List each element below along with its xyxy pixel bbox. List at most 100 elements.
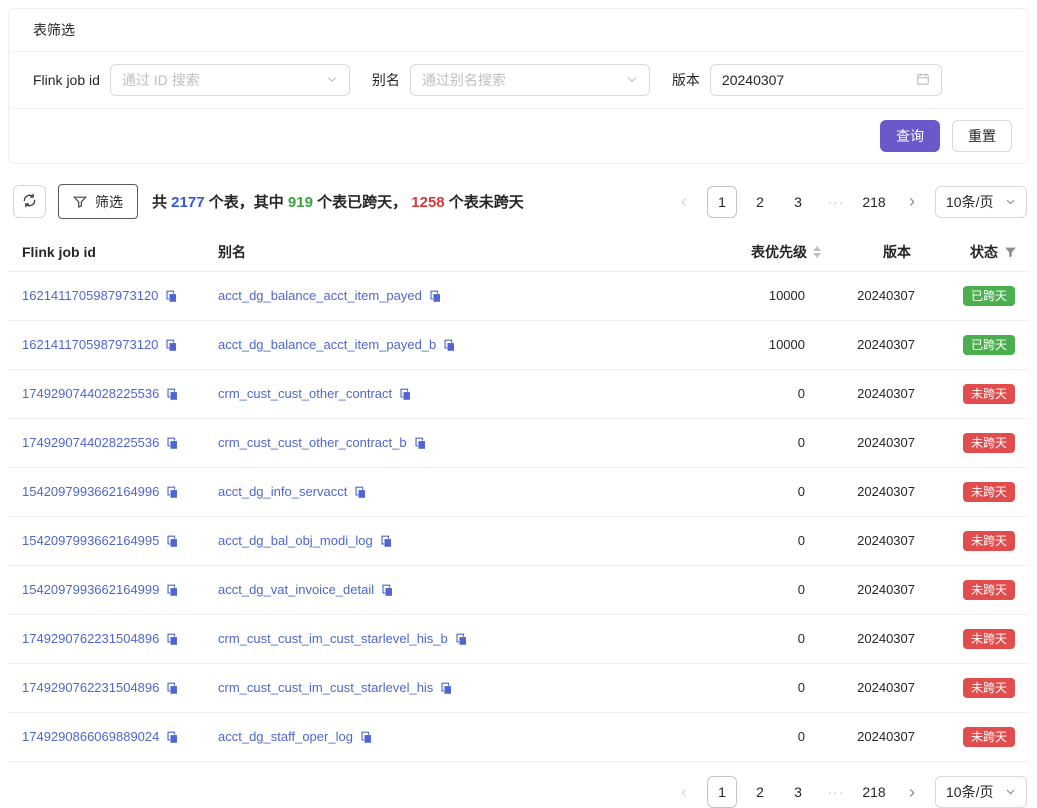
page-size-select[interactable]: 10条/页	[935, 186, 1027, 218]
filter-card: 表筛选 Flink job id 通过 ID 搜索 别名 通过别名搜索 版本	[8, 8, 1029, 164]
row-version: 20240307	[829, 517, 929, 566]
row-flink-job-id-link[interactable]: 1621411705987973120	[22, 288, 158, 304]
copy-icon[interactable]	[165, 290, 178, 303]
row-flink-job-id-link[interactable]: 1621411705987973120	[22, 337, 158, 353]
page-button-3[interactable]: 3	[783, 776, 813, 808]
row-flink-job-id-link[interactable]: 1542097993662164995	[22, 533, 159, 549]
row-alias-link[interactable]: acct_dg_bal_obj_modi_log	[218, 533, 373, 549]
row-alias-link[interactable]: acct_dg_staff_oper_log	[218, 729, 353, 745]
row-priority: 0	[679, 664, 829, 713]
row-priority: 10000	[679, 321, 829, 370]
copy-icon[interactable]	[443, 339, 456, 352]
copy-icon[interactable]	[380, 535, 393, 548]
pagination-top: ‹ 1 2 3 ··· 218 › 10条/页	[669, 186, 1027, 218]
table-row: 1621411705987973120 acct_dg_balance_acct…	[8, 272, 1029, 321]
page-button-2[interactable]: 2	[745, 186, 775, 218]
status-badge: 未跨天	[963, 531, 1015, 551]
calendar-icon	[916, 72, 930, 89]
copy-icon[interactable]	[166, 535, 179, 548]
copy-icon[interactable]	[455, 633, 468, 646]
refresh-icon	[22, 193, 37, 211]
copy-icon[interactable]	[440, 682, 453, 695]
chevron-down-icon	[1005, 194, 1016, 210]
page-button-218[interactable]: 218	[859, 186, 889, 218]
summary-text: 个表已跨天，	[313, 194, 411, 211]
row-alias-link[interactable]: acct_dg_vat_invoice_detail	[218, 582, 374, 598]
row-flink-job-id-link[interactable]: 1749290744028225536	[22, 386, 159, 402]
query-button[interactable]: 查询	[880, 120, 940, 152]
prev-page-button[interactable]: ‹	[669, 186, 699, 218]
page-button-218[interactable]: 218	[859, 776, 889, 808]
toolbar: 筛选 共 2177 个表，其中 919 个表已跨天， 1258 个表未跨天 ‹ …	[0, 172, 1037, 229]
copy-icon[interactable]	[381, 584, 394, 597]
filter-toggle-button[interactable]: 筛选	[58, 184, 138, 219]
column-filter-icon[interactable]	[1004, 246, 1017, 259]
page-button-3[interactable]: 3	[783, 186, 813, 218]
row-flink-job-id-link[interactable]: 1542097993662164999	[22, 582, 159, 598]
row-flink-job-id-link[interactable]: 1749290762231504896	[22, 631, 159, 647]
row-version: 20240307	[829, 566, 929, 615]
column-header-priority[interactable]: 表优先级	[751, 244, 821, 260]
row-priority: 0	[679, 517, 829, 566]
page-button-2[interactable]: 2	[745, 776, 775, 808]
summary-text: 共	[152, 194, 171, 211]
status-badge: 未跨天	[963, 482, 1015, 502]
row-flink-job-id-link[interactable]: 1542097993662164996	[22, 484, 159, 500]
page-ellipsis[interactable]: ···	[821, 186, 851, 218]
row-alias-link[interactable]: crm_cust_cust_other_contract	[218, 386, 392, 402]
alias-select[interactable]: 通过别名搜索	[410, 64, 650, 96]
flink-job-id-placeholder: 通过 ID 搜索	[122, 70, 200, 90]
row-flink-job-id-link[interactable]: 1749290762231504896	[22, 680, 159, 696]
refresh-button[interactable]	[13, 185, 46, 218]
flink-job-id-select[interactable]: 通过 ID 搜索	[110, 64, 350, 96]
copy-icon[interactable]	[166, 633, 179, 646]
version-date-input[interactable]: 20240307	[710, 64, 942, 96]
copy-icon[interactable]	[166, 584, 179, 597]
copy-icon[interactable]	[399, 388, 412, 401]
row-alias-link[interactable]: acct_dg_balance_acct_item_payed_b	[218, 337, 436, 353]
table-row: 1542097993662164995 acct_dg_bal_obj_modi…	[8, 517, 1029, 566]
table-body: 1621411705987973120 acct_dg_balance_acct…	[8, 272, 1029, 762]
next-page-button[interactable]: ›	[897, 186, 927, 218]
copy-icon[interactable]	[166, 388, 179, 401]
page-size-select[interactable]: 10条/页	[935, 776, 1027, 808]
row-priority: 0	[679, 468, 829, 517]
next-page-button[interactable]: ›	[897, 776, 927, 808]
alias-placeholder: 通过别名搜索	[422, 70, 506, 90]
row-flink-job-id-link[interactable]: 1749290744028225536	[22, 435, 159, 451]
copy-icon[interactable]	[354, 486, 367, 499]
column-header-status-label: 状态	[970, 244, 998, 260]
table-row: 1749290762231504896 crm_cust_cust_im_cus…	[8, 664, 1029, 713]
copy-icon[interactable]	[166, 486, 179, 499]
copy-icon[interactable]	[360, 731, 373, 744]
copy-icon[interactable]	[429, 290, 442, 303]
row-flink-job-id-link[interactable]: 1749290866069889024	[22, 729, 159, 745]
page-ellipsis[interactable]: ···	[821, 776, 851, 808]
copy-icon[interactable]	[414, 437, 427, 450]
table-row: 1749290744028225536 crm_cust_cust_other_…	[8, 370, 1029, 419]
sort-icon[interactable]	[813, 246, 821, 258]
row-alias-link[interactable]: crm_cust_cust_im_cust_starlevel_his	[218, 680, 433, 696]
row-alias-link[interactable]: acct_dg_balance_acct_item_payed	[218, 288, 422, 304]
column-header-status: 状态	[970, 244, 1017, 260]
copy-icon[interactable]	[166, 731, 179, 744]
page-button-1[interactable]: 1	[707, 776, 737, 808]
filter-toggle-label: 筛选	[95, 192, 123, 212]
copy-icon[interactable]	[166, 437, 179, 450]
row-alias-link[interactable]: crm_cust_cust_other_contract_b	[218, 435, 407, 451]
copy-icon[interactable]	[166, 682, 179, 695]
prev-page-button[interactable]: ‹	[669, 776, 699, 808]
row-priority: 0	[679, 370, 829, 419]
table-summary: 共 2177 个表，其中 919 个表已跨天， 1258 个表未跨天	[152, 191, 524, 212]
reset-button[interactable]: 重置	[952, 120, 1012, 152]
row-version: 20240307	[829, 370, 929, 419]
version-date-value: 20240307	[722, 72, 784, 88]
copy-icon[interactable]	[165, 339, 178, 352]
chevron-down-icon	[326, 72, 338, 88]
page-button-1[interactable]: 1	[707, 186, 737, 218]
row-alias-link[interactable]: acct_dg_info_servacct	[218, 484, 347, 500]
row-alias-link[interactable]: crm_cust_cust_im_cust_starlevel_his_b	[218, 631, 448, 647]
status-badge: 未跨天	[963, 580, 1015, 600]
column-header-version: 版本	[829, 233, 929, 272]
summary-text: 个表，其中	[205, 194, 288, 211]
